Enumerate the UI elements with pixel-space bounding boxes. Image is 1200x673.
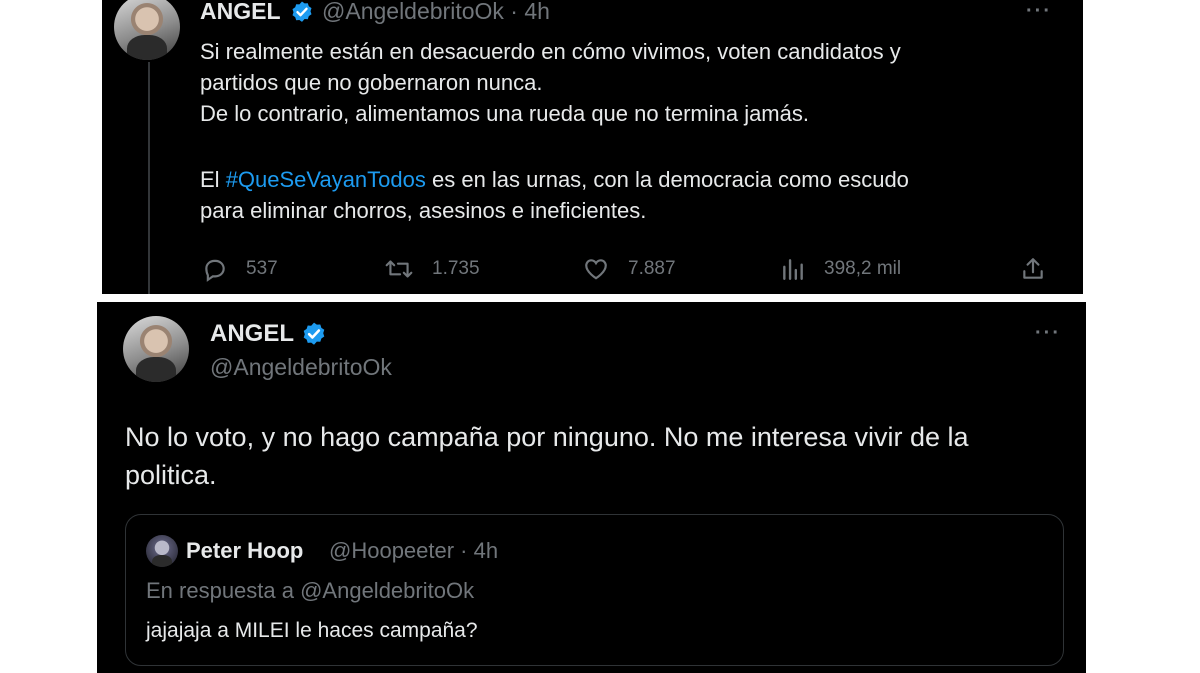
- tweet-text-line: El #QueSeVayanTodos es en las urnas, con…: [200, 164, 1070, 195]
- retweet-icon: [385, 260, 413, 278]
- author-handle-time[interactable]: @AngeldebritoOk · 4h: [322, 0, 550, 25]
- text-suffix: es en las urnas, con la democracia como …: [425, 167, 909, 192]
- author-handle[interactable]: @AngeldebritoOk: [210, 354, 392, 381]
- author-name[interactable]: ANGEL: [200, 0, 281, 25]
- tweet-text: Si realmente están en desacuerdo en cómo…: [200, 36, 1070, 226]
- views-icon: [783, 259, 803, 280]
- tweet-card-bottom: ANGEL @AngeldebritoOk ··· No lo voto, y …: [97, 302, 1086, 673]
- views-button[interactable]: 398,2 mil: [780, 256, 901, 282]
- verified-badge-icon: [292, 1, 312, 22]
- more-icon[interactable]: ···: [1035, 322, 1061, 345]
- reply-count: 537: [246, 258, 278, 279]
- verified-badge-icon: [303, 322, 325, 345]
- like-button[interactable]: 7.887: [582, 256, 676, 282]
- reply-context: En respuesta a @AngeldebritoOk: [146, 578, 475, 603]
- tweet-text-line: No lo voto, y no hago campaña por ningun…: [125, 422, 969, 452]
- tweet-text-line: De lo contrario, alimentamos una rueda q…: [200, 101, 809, 126]
- like-count: 7.887: [628, 258, 676, 279]
- tweet-card-top: ANGEL @AngeldebritoOk · 4h ··· Si realme…: [102, 0, 1083, 294]
- quote-author-avatar[interactable]: [146, 535, 178, 567]
- reply-icon: [205, 259, 225, 282]
- tweet-text: No lo voto, y no hago campaña por ningun…: [125, 418, 1065, 494]
- share-button[interactable]: [1020, 256, 1064, 282]
- tweet-text-line: politica.: [125, 460, 217, 490]
- author-avatar[interactable]: [123, 316, 189, 382]
- more-icon[interactable]: ···: [1026, 0, 1052, 23]
- hashtag-link[interactable]: #QueSeVayanTodos: [226, 167, 426, 192]
- views-count: 398,2 mil: [824, 258, 902, 279]
- retweet-button[interactable]: 1.735: [384, 256, 480, 282]
- quote-author-handle-time[interactable]: @Hoopeeter · 4h: [329, 538, 498, 564]
- like-icon: [585, 259, 607, 280]
- tweet-text-line: partidos que no gobernaron nunca.: [200, 70, 543, 95]
- tweet-text-line: para eliminar chorros, asesinos e inefic…: [200, 198, 647, 223]
- quoted-tweet[interactable]: Peter Hoop @Hoopeeter · 4h En respuesta …: [125, 514, 1064, 666]
- text-prefix: El: [200, 167, 226, 192]
- retweet-count: 1.735: [432, 258, 480, 279]
- quote-author-name[interactable]: Peter Hoop: [186, 538, 303, 564]
- thread-line: [148, 62, 150, 294]
- share-icon: [1023, 258, 1043, 279]
- quote-text: jajajaja a MILEI le haces campaña?: [146, 619, 478, 642]
- reply-button[interactable]: 537: [202, 256, 278, 282]
- tweet-text-line: Si realmente están en desacuerdo en cómo…: [200, 39, 901, 64]
- author-avatar[interactable]: [114, 0, 180, 60]
- author-name[interactable]: ANGEL: [210, 320, 294, 348]
